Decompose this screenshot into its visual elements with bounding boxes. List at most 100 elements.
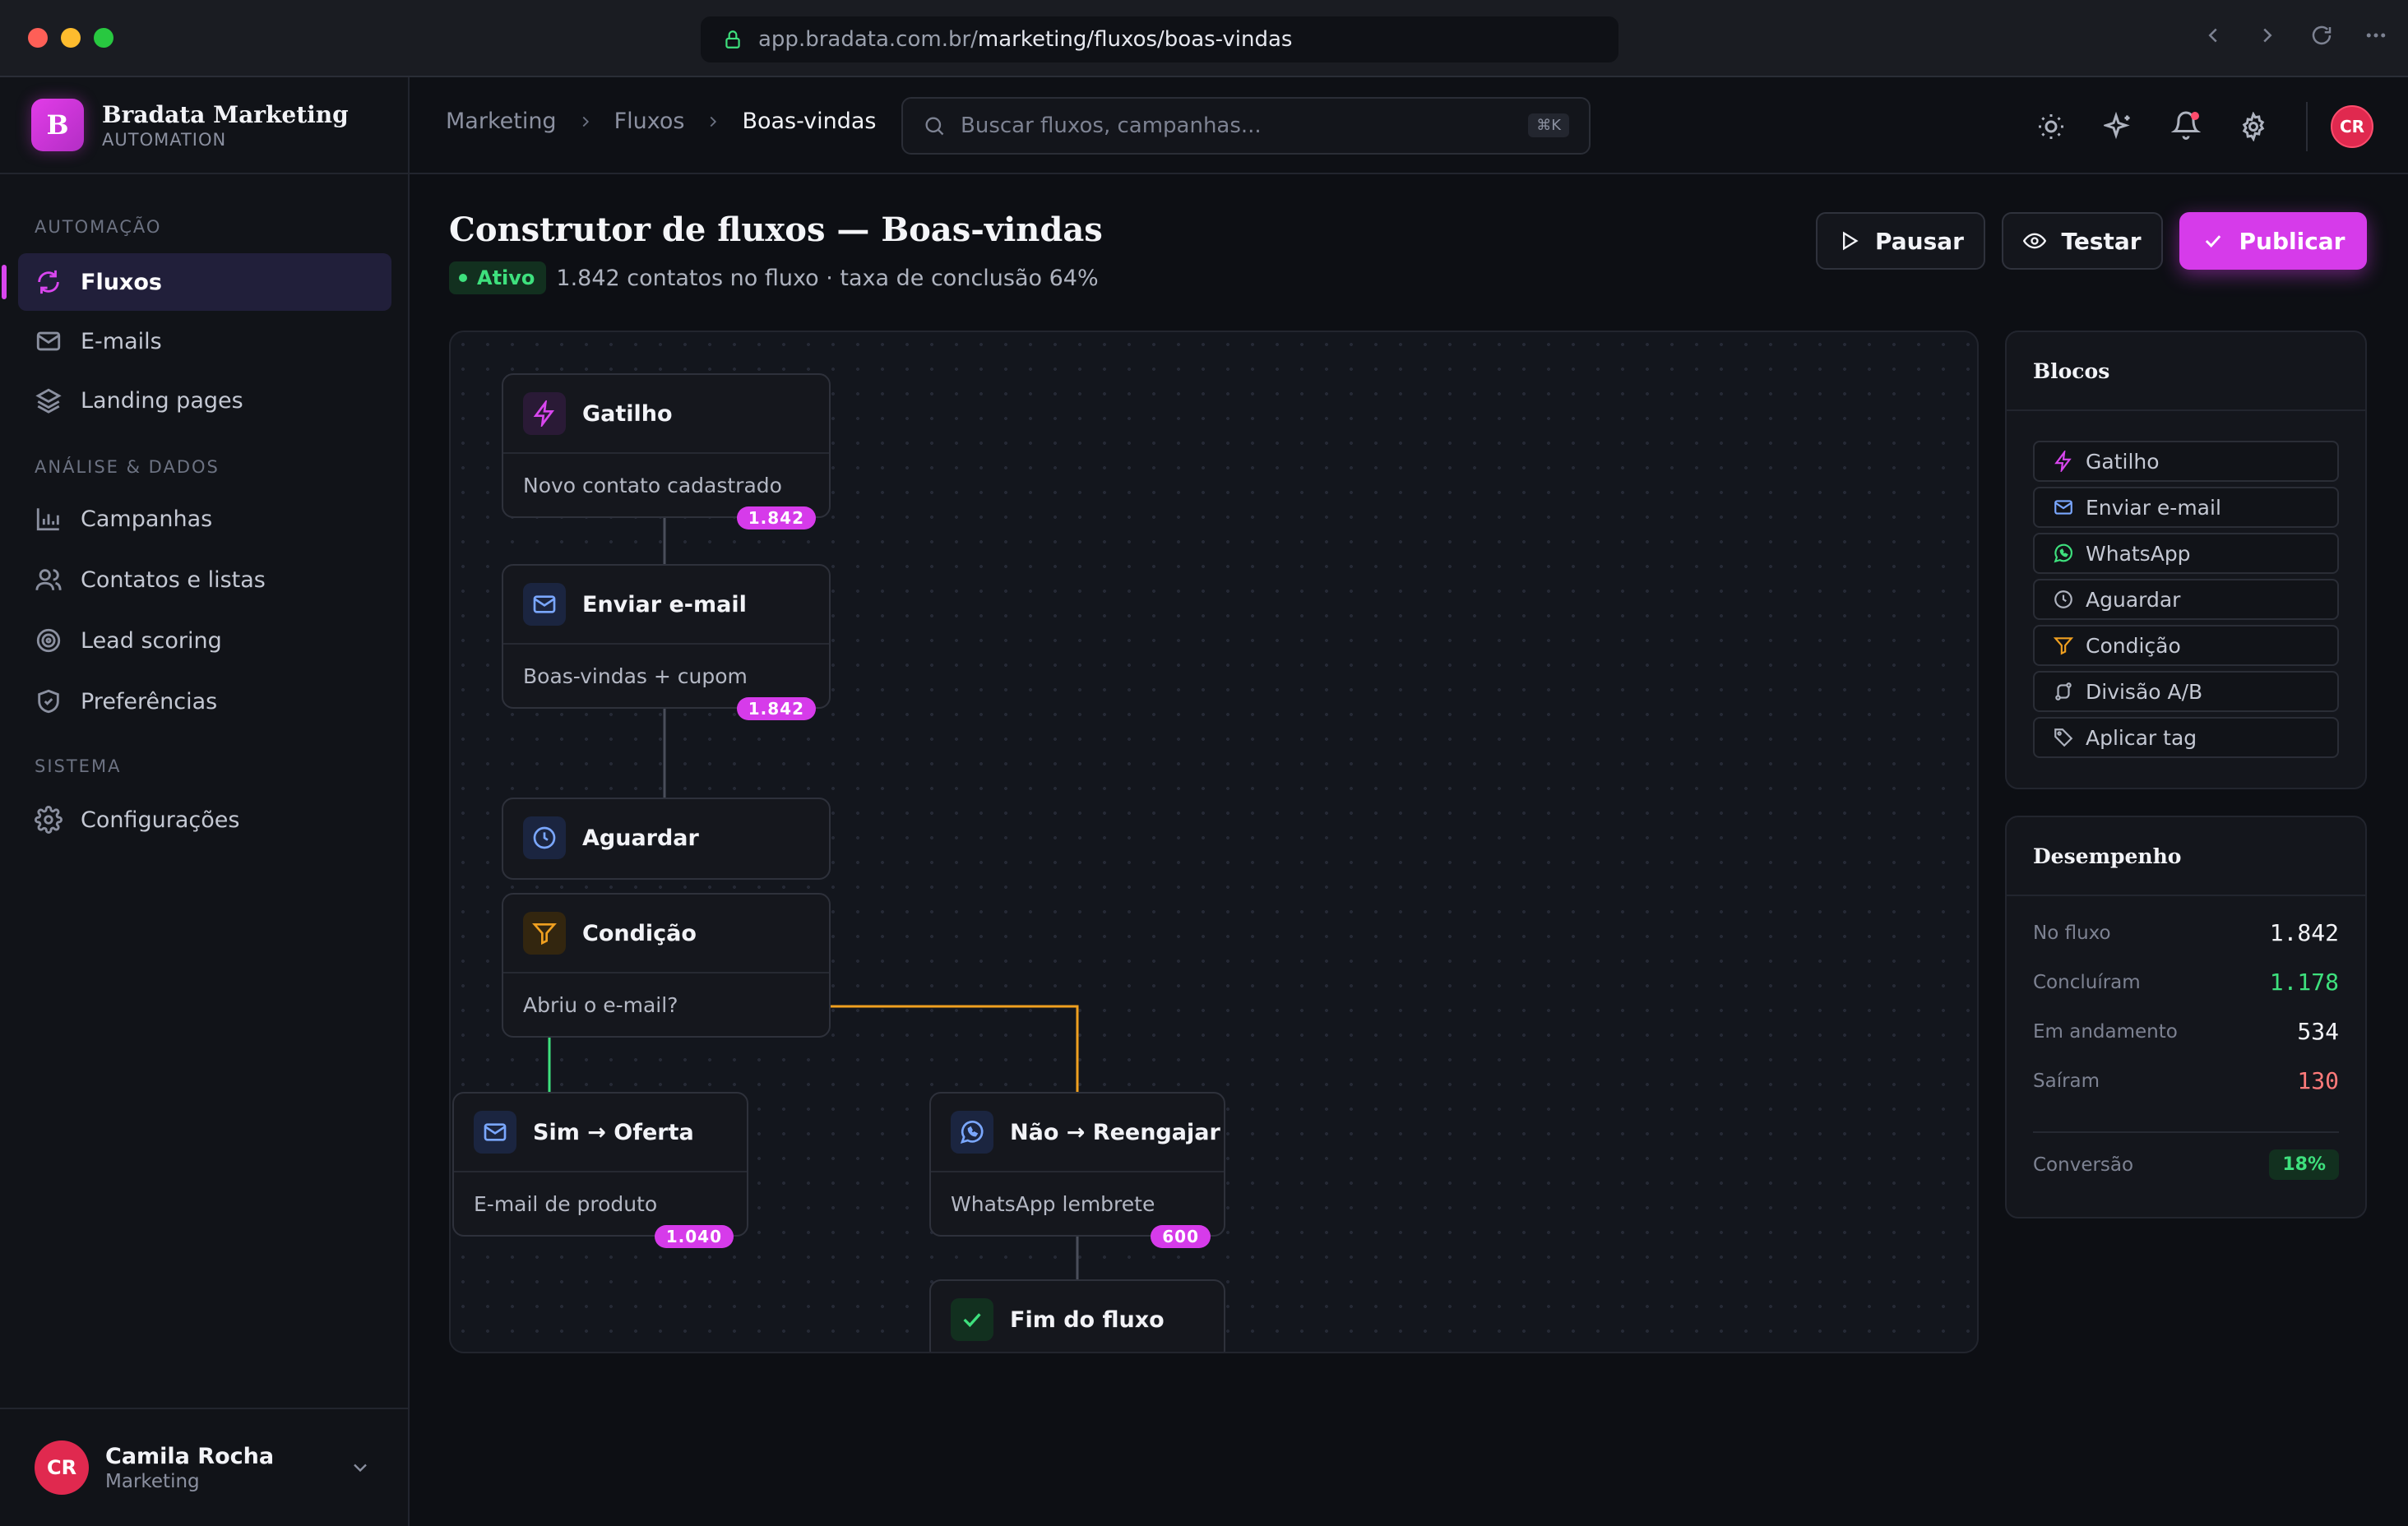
target-icon bbox=[36, 628, 61, 653]
flow-node-gatilho[interactable]: Gatilho Novo contato cadastrado 1.842 bbox=[502, 373, 831, 529]
whatsapp-icon bbox=[2054, 543, 2072, 563]
search-input[interactable]: Buscar fluxos, campanhas... ⌘K bbox=[901, 97, 1591, 155]
block-label: Aplicar tag bbox=[2086, 725, 2197, 750]
sidebar-item-configuracoes[interactable]: Configurações bbox=[18, 791, 391, 849]
address-bar[interactable]: app.bradata.com.br/marketing/fluxos/boas… bbox=[701, 16, 1618, 62]
maximize-window-button[interactable] bbox=[94, 28, 113, 48]
flow-canvas[interactable]: Gatilho Novo contato cadastrado 1.842 En… bbox=[449, 331, 1979, 1353]
flow-node-condicao[interactable]: Condição Abriu o e-mail? bbox=[502, 893, 831, 1038]
nav-section-analise: ANÁLISE & DADOS bbox=[35, 457, 220, 477]
sidebar-item-label: Landing pages bbox=[81, 387, 243, 414]
brand-name: Bradata Marketing bbox=[102, 100, 349, 128]
block-aguardar[interactable]: Aguardar bbox=[2033, 579, 2339, 620]
sidebar-item-fluxos[interactable]: Fluxos bbox=[2, 253, 391, 311]
node-count-badge: 1.842 bbox=[736, 697, 816, 720]
node-title: Gatilho bbox=[582, 400, 673, 427]
forward-icon[interactable] bbox=[2255, 23, 2280, 48]
more-icon[interactable] bbox=[2364, 23, 2388, 48]
sidebar-item-label: Fluxos bbox=[81, 269, 162, 295]
nav-section-automacao: AUTOMAÇÃO bbox=[35, 217, 162, 237]
metric-value: 1.178 bbox=[2269, 969, 2339, 996]
clock-icon bbox=[2054, 590, 2072, 608]
breadcrumb-item[interactable]: Fluxos bbox=[614, 109, 685, 134]
block-aplicar-tag[interactable]: Aplicar tag bbox=[2033, 717, 2339, 758]
search-placeholder: Buscar fluxos, campanhas... bbox=[961, 113, 1262, 138]
test-button[interactable]: Testar bbox=[2002, 212, 2163, 270]
avatar: CR bbox=[35, 1440, 89, 1495]
sidebar-item-label: Contatos e listas bbox=[81, 566, 266, 593]
flow-node-aguardar[interactable]: Aguardar bbox=[502, 798, 831, 880]
browser-chrome: app.bradata.com.br/marketing/fluxos/boas… bbox=[0, 0, 2408, 77]
play-icon bbox=[1843, 231, 1859, 251]
flow-node-fim[interactable]: Fim do fluxo bbox=[929, 1279, 1225, 1352]
user-role: Marketing bbox=[105, 1470, 200, 1492]
mail-icon bbox=[474, 1111, 516, 1154]
flow-status-line: Ativo 1.842 contatos no fluxo · taxa de … bbox=[449, 261, 1099, 294]
metric-label: No fluxo bbox=[2033, 922, 2111, 944]
page-title: Construtor de fluxos — Boas-vindas bbox=[449, 210, 1103, 249]
sidebar-item-lead-scoring[interactable]: Lead scoring bbox=[18, 612, 391, 669]
sun-icon[interactable] bbox=[2036, 112, 2066, 141]
sidebar-item-landing-pages[interactable]: Landing pages bbox=[18, 372, 391, 429]
notification-dot bbox=[2191, 112, 2199, 120]
block-label: Condição bbox=[2086, 633, 2181, 658]
minimize-window-button[interactable] bbox=[61, 28, 81, 48]
pause-button[interactable]: Pausar bbox=[1816, 212, 1985, 270]
publish-button[interactable]: Publicar bbox=[2179, 212, 2367, 270]
node-title: Enviar e-mail bbox=[582, 591, 747, 617]
sidebar-item-contatos[interactable]: Contatos e listas bbox=[18, 551, 391, 608]
metric-label: Em andamento bbox=[2033, 1020, 2178, 1043]
user-menu[interactable]: CR Camila Rocha Marketing bbox=[0, 1408, 408, 1526]
chevron-right-icon bbox=[582, 116, 589, 127]
reload-icon[interactable] bbox=[2309, 23, 2334, 48]
block-label: Enviar e-mail bbox=[2086, 495, 2221, 520]
sidebar-item-label: E-mails bbox=[81, 328, 162, 354]
breadcrumb: Marketing Fluxos Boas-vindas bbox=[446, 109, 876, 134]
block-whatsapp[interactable]: WhatsApp bbox=[2033, 533, 2339, 574]
metric-label: Conversão bbox=[2033, 1154, 2134, 1176]
close-window-button[interactable] bbox=[28, 28, 48, 48]
conversion-badge: 18% bbox=[2269, 1149, 2339, 1180]
metric-conversao: Conversão 18% bbox=[2033, 1149, 2339, 1180]
nav-section-sistema: SISTEMA bbox=[35, 756, 122, 776]
brand[interactable]: B Bradata Marketing AUTOMATION bbox=[0, 77, 408, 174]
blocks-panel: Blocos Gatilho Enviar e-mail WhatsApp Ag… bbox=[2005, 331, 2367, 789]
node-title: Não → Reengajar bbox=[1010, 1119, 1220, 1145]
sidebar-item-emails[interactable]: E-mails bbox=[18, 312, 391, 370]
flow-node-sim-oferta[interactable]: Sim → Oferta E-mail de produto 1.040 bbox=[452, 1092, 748, 1248]
layers-icon bbox=[35, 388, 62, 414]
flow-node-nao-reengajar[interactable]: Não → Reengajar WhatsApp lembrete 600 bbox=[929, 1092, 1225, 1248]
mail-icon bbox=[36, 331, 61, 351]
sidebar-item-preferencias[interactable]: Preferências bbox=[18, 673, 391, 730]
blocks-panel-title: Blocos bbox=[2007, 332, 2365, 411]
url-host: app.bradata.com.br/ bbox=[758, 27, 978, 52]
sparkles-icon[interactable] bbox=[2104, 112, 2133, 141]
block-gatilho[interactable]: Gatilho bbox=[2033, 441, 2339, 482]
notifications[interactable] bbox=[2170, 110, 2202, 143]
block-enviar-email[interactable]: Enviar e-mail bbox=[2033, 487, 2339, 528]
whatsapp-icon bbox=[951, 1111, 993, 1154]
avatar[interactable]: CR bbox=[2331, 105, 2373, 148]
refresh-icon bbox=[38, 270, 59, 294]
url-path: marketing/fluxos/boas-vindas bbox=[977, 27, 1293, 52]
breadcrumb-item[interactable]: Marketing bbox=[446, 109, 557, 134]
metric-no-fluxo: No fluxo 1.842 bbox=[2033, 919, 2339, 946]
block-label: WhatsApp bbox=[2086, 541, 2191, 566]
block-condicao[interactable]: Condição bbox=[2033, 625, 2339, 666]
metric-sairam: Saíram 130 bbox=[2033, 1067, 2339, 1094]
metric-value: 130 bbox=[2297, 1067, 2339, 1094]
sidebar-item-campanhas[interactable]: Campanhas bbox=[18, 490, 391, 548]
node-description: Abriu o e-mail? bbox=[503, 972, 829, 1036]
gear-icon[interactable] bbox=[2239, 112, 2268, 141]
mail-icon bbox=[523, 583, 566, 626]
sidebar-item-label: Lead scoring bbox=[81, 627, 222, 654]
chevron-right-icon bbox=[711, 116, 717, 127]
flow-node-enviar-email[interactable]: Enviar e-mail Boas-vindas + cupom 1.842 bbox=[502, 564, 831, 720]
clock-icon bbox=[523, 816, 566, 859]
bolt-icon bbox=[2054, 451, 2072, 472]
top-bar: Marketing Fluxos Boas-vindas Buscar flux… bbox=[410, 77, 2408, 174]
back-icon[interactable] bbox=[2201, 23, 2225, 48]
block-divisao-ab[interactable]: Divisão A/B bbox=[2033, 671, 2339, 712]
sidebar: B Bradata Marketing AUTOMATION AUTOMAÇÃO… bbox=[0, 77, 410, 1526]
chevron-down-icon[interactable] bbox=[349, 1456, 372, 1479]
